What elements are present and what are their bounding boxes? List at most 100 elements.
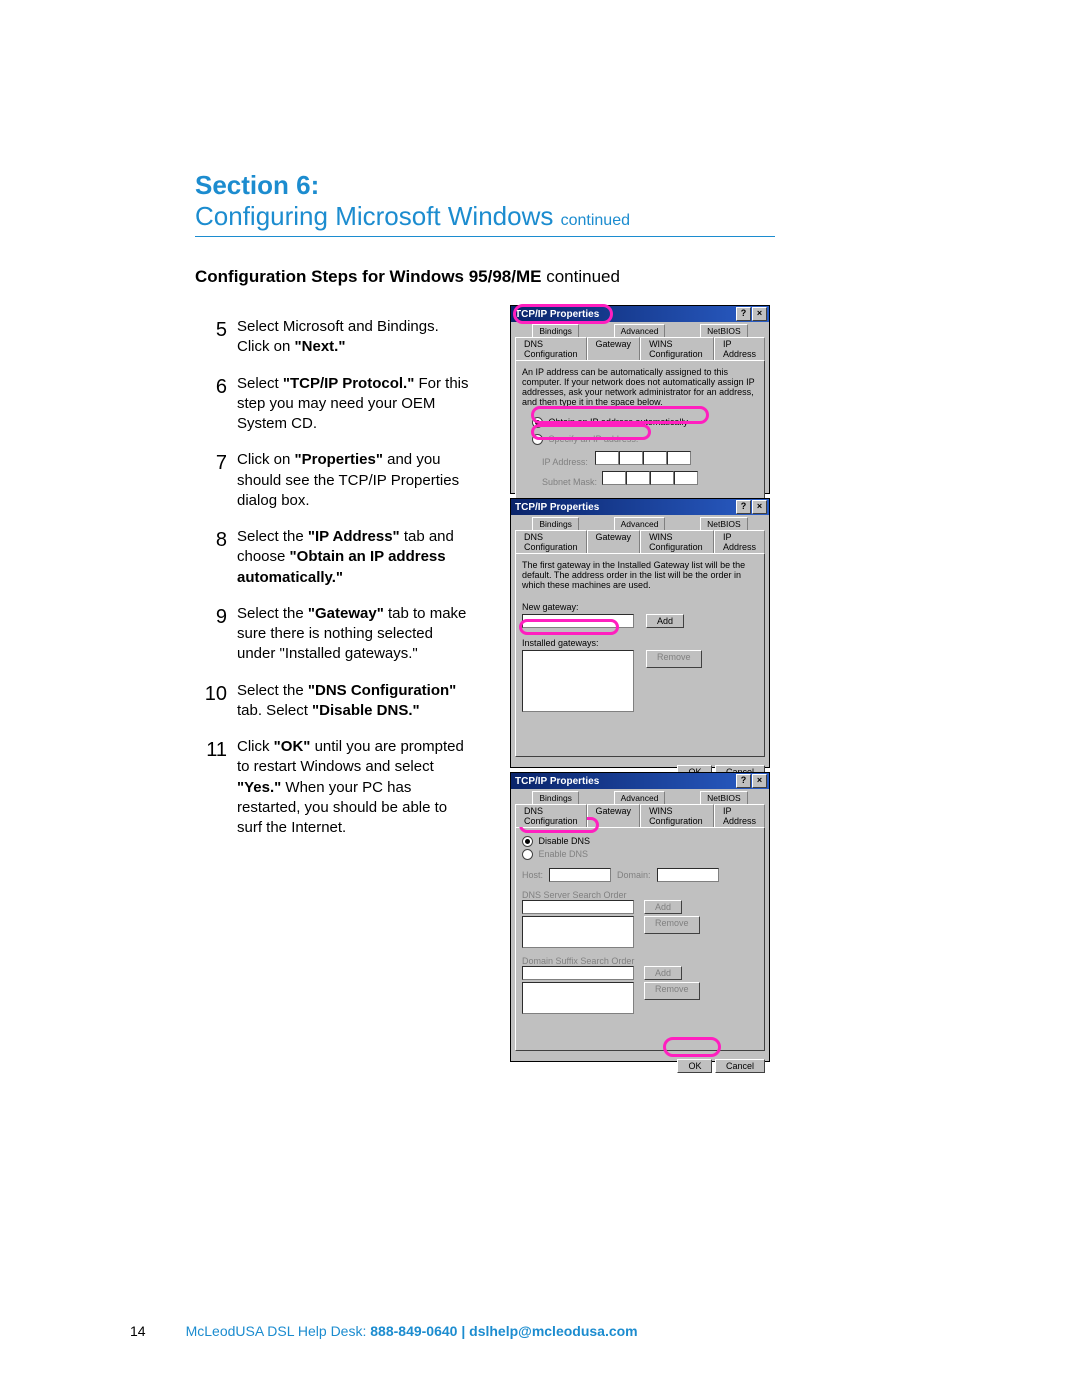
close-icon[interactable]: × <box>752 774 767 788</box>
help-icon[interactable]: ? <box>736 307 751 321</box>
step-5: 5 Select Microsoft and Bindings. Click o… <box>195 317 475 358</box>
footer-org: McLeodUSA DSL Help Desk: <box>186 1323 367 1339</box>
document-page: Section 6: Configuring Microsoft Windows… <box>0 0 1080 1397</box>
radio-obtain-auto[interactable] <box>532 417 543 428</box>
ip-seg[interactable] <box>643 451 667 465</box>
window-buttons: ? × <box>735 307 767 321</box>
input-host[interactable] <box>549 868 611 882</box>
tab-bindings[interactable]: Bindings <box>532 324 579 337</box>
help-icon[interactable]: ? <box>736 500 751 514</box>
window-buttons: ? × <box>735 774 767 788</box>
tab-ip-address[interactable]: IP Address <box>714 337 765 360</box>
tab-netbios[interactable]: NetBIOS <box>700 324 748 337</box>
label-host: Host: <box>522 870 543 880</box>
step-number: 11 <box>195 737 227 764</box>
tab-netbios[interactable]: NetBIOS <box>700 791 748 804</box>
list-installed-gateways[interactable] <box>522 650 634 712</box>
section-title-suffix: continued <box>561 212 630 229</box>
section-heading: Section 6: Configuring Microsoft Windows… <box>195 170 775 232</box>
ok-button[interactable]: OK <box>677 1059 712 1073</box>
label-specify: Specify an IP address: <box>549 434 639 444</box>
tab-wins[interactable]: WINS Configuration <box>640 337 714 360</box>
ip-seg[interactable] <box>595 451 619 465</box>
mask-seg[interactable] <box>674 471 698 485</box>
radio-row-disable: Disable DNS <box>522 836 758 847</box>
step-text: Select Microsoft and Bindings. Click on … <box>237 317 475 358</box>
add-button[interactable]: Add <box>646 614 684 628</box>
tab-ip-address[interactable]: IP Address <box>714 804 765 827</box>
input-dns-search[interactable] <box>522 900 634 914</box>
remove-button[interactable]: Remove <box>646 650 702 668</box>
row-host: Host: Domain: <box>522 868 758 882</box>
row-installed: Remove <box>522 650 758 712</box>
input-suffix[interactable] <box>522 966 634 980</box>
list-suffix[interactable] <box>522 982 634 1014</box>
row-mask: Subnet Mask: <box>542 471 758 487</box>
mask-seg[interactable] <box>626 471 650 485</box>
step-11: 11 Click "OK" until you are prompted to … <box>195 737 475 838</box>
tab-gateway[interactable]: Gateway <box>587 337 641 360</box>
window-title: TCP/IP Properties <box>513 309 599 320</box>
titlebar: TCP/IP Properties ? × <box>511 773 769 789</box>
tab-gateway[interactable]: Gateway <box>587 804 641 827</box>
step-text: Click "OK" until you are prompted to res… <box>237 737 475 838</box>
panel: Disable DNS Enable DNS Host: Domain: DNS… <box>515 827 765 1051</box>
label-dns-search: DNS Server Search Order <box>522 890 758 900</box>
cancel-button[interactable]: Cancel <box>715 1059 765 1073</box>
tab-netbios[interactable]: NetBIOS <box>700 517 748 530</box>
input-new-gateway[interactable] <box>522 614 634 628</box>
add-button[interactable]: Add <box>644 966 682 980</box>
page-footer: 14 McLeodUSA DSL Help Desk: 888-849-0640… <box>130 1323 638 1339</box>
section-title: Configuring Microsoft Windows continued <box>195 201 775 232</box>
radio-row-auto: Obtain an IP address automatically <box>532 417 758 428</box>
ip-seg[interactable] <box>619 451 643 465</box>
section-number: Section 6: <box>195 170 775 201</box>
tab-dns-config[interactable]: DNS Configuration <box>515 804 587 827</box>
tab-dns-config[interactable]: DNS Configuration <box>515 337 587 360</box>
tab-wins[interactable]: WINS Configuration <box>640 530 714 553</box>
step-text: Click on "Properties" and you should see… <box>237 450 475 511</box>
mask-seg[interactable] <box>602 471 626 485</box>
radio-disable-dns[interactable] <box>522 836 533 847</box>
radio-enable-dns[interactable] <box>522 849 533 860</box>
step-number: 10 <box>195 681 227 708</box>
list-dns-search[interactable] <box>522 916 634 948</box>
remove-button[interactable]: Remove <box>644 982 700 1000</box>
tab-gateway[interactable]: Gateway <box>587 530 641 553</box>
step-10: 10 Select the "DNS Configuration" tab. S… <box>195 681 475 722</box>
tab-advanced[interactable]: Advanced <box>614 324 666 337</box>
step-number: 7 <box>195 450 227 477</box>
subheading: Configuration Steps for Windows 95/98/ME… <box>195 267 775 287</box>
tab-advanced[interactable]: Advanced <box>614 791 666 804</box>
step-number: 5 <box>195 317 227 344</box>
step-text: Select "TCP/IP Protocol." For this step … <box>237 374 475 435</box>
tab-wins[interactable]: WINS Configuration <box>640 804 714 827</box>
row-dns-search: Add <box>522 900 758 914</box>
radio-row-specify: Specify an IP address: <box>532 434 758 445</box>
label-obtain-auto: Obtain an IP address automatically <box>549 417 688 427</box>
tab-bindings[interactable]: Bindings <box>532 517 579 530</box>
tab-bindings[interactable]: Bindings <box>532 791 579 804</box>
radio-specify[interactable] <box>532 434 543 445</box>
dialog-dns: TCP/IP Properties ? × Bindings Advanced … <box>510 772 770 1062</box>
remove-button[interactable]: Remove <box>644 916 700 934</box>
close-icon[interactable]: × <box>752 500 767 514</box>
step-number: 9 <box>195 604 227 631</box>
row-new-gateway: Add <box>522 614 758 628</box>
subheading-suffix: continued <box>546 267 620 286</box>
ip-auto-msg: An IP address can be automatically assig… <box>522 367 758 407</box>
titlebar: TCP/IP Properties ? × <box>511 306 769 322</box>
ip-seg[interactable] <box>667 451 691 465</box>
row-suffix-list: Remove <box>522 982 758 1014</box>
mask-seg[interactable] <box>650 471 674 485</box>
tabstrip: Bindings Advanced NetBIOS DNS Configurat… <box>511 322 769 360</box>
tab-advanced[interactable]: Advanced <box>614 517 666 530</box>
help-icon[interactable]: ? <box>736 774 751 788</box>
step-text: Select the "DNS Configuration" tab. Sele… <box>237 681 475 722</box>
tab-ip-address[interactable]: IP Address <box>714 530 765 553</box>
section-rule <box>195 236 775 237</box>
tab-dns-config[interactable]: DNS Configuration <box>515 530 587 553</box>
add-button[interactable]: Add <box>644 900 682 914</box>
input-domain[interactable] <box>657 868 719 882</box>
close-icon[interactable]: × <box>752 307 767 321</box>
